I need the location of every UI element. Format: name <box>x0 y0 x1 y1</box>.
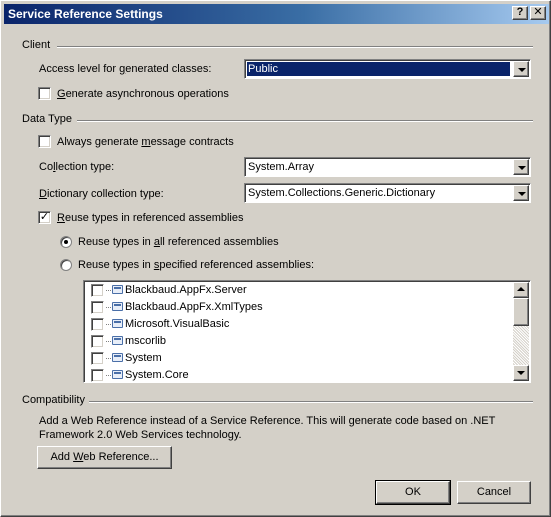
help-button[interactable]: ? <box>512 6 528 20</box>
assembly-list-item[interactable]: System <box>84 350 514 367</box>
async-operations-label: Generate asynchronous operations <box>57 88 229 100</box>
radio-selected-dot <box>64 240 68 244</box>
cancel-button[interactable]: Cancel <box>457 481 531 504</box>
collection-type-dropdown-button[interactable] <box>513 159 529 175</box>
assembly-list-item[interactable]: Microsoft.VisualBasic <box>84 316 514 333</box>
referenced-assemblies-list[interactable]: Blackbaud.AppFx.Server Blackbaud.AppFx.X… <box>83 280 531 383</box>
assembly-list-item[interactable]: mscorlib <box>84 333 514 350</box>
reuse-types-label: Reuse types in referenced assemblies <box>57 212 244 224</box>
assembly-list-item[interactable]: Blackbaud.AppFx.Server <box>84 282 514 299</box>
compatibility-group-label: Compatibility <box>22 394 85 406</box>
compatibility-description-line2: Framework 2.0 Web Services technology. <box>39 429 242 441</box>
service-reference-settings-dialog: Service Reference Settings ? ✕ Client Ac… <box>0 0 551 517</box>
assembly-checkbox[interactable] <box>91 301 104 314</box>
data-type-group-divider <box>77 120 533 122</box>
close-button[interactable]: ✕ <box>530 6 546 20</box>
access-level-label: Access level for generated classes: <box>39 63 212 75</box>
assembly-checkbox[interactable] <box>91 284 104 297</box>
collection-type-value: System.Array <box>248 161 315 173</box>
assembly-name: System <box>125 352 162 364</box>
reuse-types-checkbox[interactable]: ✓ <box>38 211 51 224</box>
always-generate-message-contracts-checkbox[interactable] <box>38 135 51 148</box>
checkmark-icon: ✓ <box>39 211 50 223</box>
assembly-name: Blackbaud.AppFx.Server <box>125 284 247 296</box>
reuse-all-assemblies-label: Reuse types in all referenced assemblies <box>78 236 279 248</box>
close-icon: ✕ <box>533 6 543 18</box>
assembly-reference-icon <box>112 319 123 328</box>
chevron-down-icon <box>518 166 526 170</box>
help-icon: ? <box>516 6 524 18</box>
assemblies-vertical-scrollbar[interactable] <box>513 282 529 381</box>
access-level-dropdown-button[interactable] <box>513 61 529 77</box>
title-bar[interactable]: Service Reference Settings ? ✕ <box>4 4 549 24</box>
chevron-up-icon <box>517 287 525 291</box>
async-operations-checkbox[interactable] <box>38 87 51 100</box>
always-generate-message-contracts-label: Always generate message contracts <box>57 136 234 148</box>
reuse-specified-assemblies-radio[interactable] <box>60 259 72 271</box>
chevron-down-icon <box>518 192 526 196</box>
assembly-list-item[interactable]: System.Core <box>84 367 514 382</box>
scroll-up-button[interactable] <box>513 282 529 298</box>
compatibility-description-line1: Add a Web Reference instead of a Service… <box>39 415 496 427</box>
assembly-name: Microsoft.VisualBasic <box>125 318 230 330</box>
assembly-name: Blackbaud.AppFx.XmlTypes <box>125 301 263 313</box>
assembly-reference-icon <box>112 370 123 379</box>
dictionary-collection-type-combo[interactable]: System.Collections.Generic.Dictionary <box>244 183 531 203</box>
client-group-label: Client <box>22 39 51 51</box>
collection-type-combo[interactable]: System.Array <box>244 157 531 177</box>
assembly-reference-icon <box>112 285 123 294</box>
add-web-reference-button[interactable]: Add Web Reference... <box>37 446 172 469</box>
assembly-name: mscorlib <box>125 335 166 347</box>
assembly-list-item[interactable]: Blackbaud.AppFx.XmlTypes <box>84 299 514 316</box>
assembly-name: System.Core <box>125 369 189 381</box>
assembly-reference-icon <box>112 353 123 362</box>
ok-button[interactable]: OK <box>375 480 451 505</box>
chevron-down-icon <box>518 68 526 72</box>
dictionary-collection-type-value: System.Collections.Generic.Dictionary <box>248 187 436 199</box>
data-type-group-label: Data Type <box>22 113 72 125</box>
assembly-checkbox[interactable] <box>91 318 104 331</box>
assembly-checkbox[interactable] <box>91 369 104 382</box>
scroll-thumb[interactable] <box>513 298 529 326</box>
client-group-divider <box>57 46 533 48</box>
window-title: Service Reference Settings <box>8 7 163 21</box>
chevron-down-icon <box>517 371 525 375</box>
assembly-checkbox[interactable] <box>91 352 104 365</box>
assembly-checkbox[interactable] <box>91 335 104 348</box>
dictionary-collection-type-dropdown-button[interactable] <box>513 185 529 201</box>
compatibility-group-divider <box>89 401 533 403</box>
dictionary-collection-type-label: Dictionary collection type: <box>39 188 164 200</box>
collection-type-label: Collection type: <box>39 161 115 173</box>
access-level-value: Public <box>247 62 510 76</box>
assembly-reference-icon <box>112 336 123 345</box>
reuse-all-assemblies-radio[interactable] <box>60 236 72 248</box>
reuse-specified-assemblies-label: Reuse types in specified referenced asse… <box>78 259 315 271</box>
assembly-reference-icon <box>112 302 123 311</box>
access-level-combo[interactable]: Public <box>244 59 531 79</box>
scroll-down-button[interactable] <box>513 365 529 381</box>
